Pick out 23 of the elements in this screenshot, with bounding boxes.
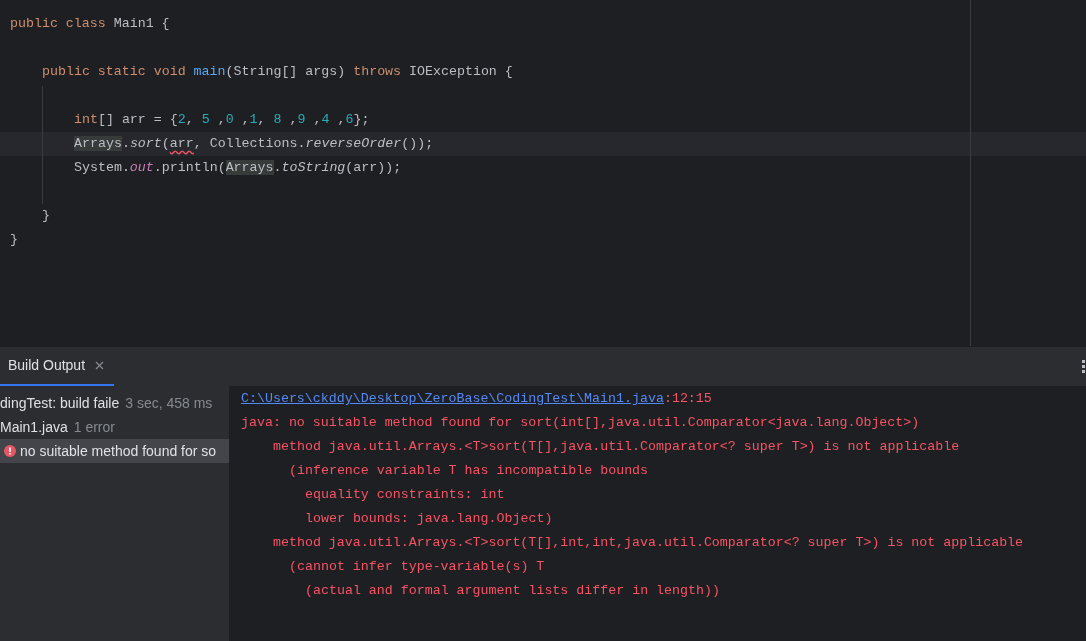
error-message: (actual and formal argument lists differ in length))	[305, 583, 720, 598]
code-line: }	[10, 232, 18, 247]
file-path-link[interactable]: C:\Users\ckddy\Desktop\ZeroBase\CodingTest\Main1.java	[241, 391, 664, 406]
error-message: java: no suitable method found for sort(int[],java.util.Comparator<java.lang.Object>)	[241, 415, 920, 430]
code-line: public class Main1 {	[10, 16, 170, 31]
error-message: method java.util.Arrays.<T>sort(T[],int,int,java.util.Comparator<? super T>) is not applicable	[273, 535, 1024, 550]
build-tree-item[interactable]: Main1.java 1 error	[0, 415, 229, 439]
code-line: System.out.println(Arrays.toString(arr));	[74, 160, 402, 175]
close-icon[interactable]	[95, 361, 105, 370]
error-message: (inference variable T has incompatible bounds	[289, 463, 649, 478]
code-line: }	[42, 208, 50, 223]
error-message: method java.util.Arrays.<T>sort(T[],java.util.Comparator<? super T>) is not applicable	[273, 439, 960, 454]
error-message: equality constraints: int	[305, 487, 505, 502]
more-options-icon[interactable]	[1082, 360, 1086, 373]
error-icon	[4, 445, 16, 457]
error-message: lower bounds: java.lang.Object)	[305, 511, 553, 526]
line-column-text: :12:15	[663, 391, 712, 406]
code-line: public static void main(String[] args) throws IOException {	[42, 64, 513, 79]
code-line: Arrays.sort(arr, Collections.reverseOrder());	[74, 136, 434, 151]
code-line: int[] arr = {2, 5 ,0 ,1, 8 ,9 ,4 ,6};	[74, 112, 370, 127]
error-message: (cannot infer type-variable(s) T	[289, 559, 545, 574]
build-tree-item[interactable]: dingTest: build faile 3 sec, 458 ms	[0, 391, 229, 415]
build-tree-item[interactable]: no suitable method found for so	[0, 439, 229, 463]
